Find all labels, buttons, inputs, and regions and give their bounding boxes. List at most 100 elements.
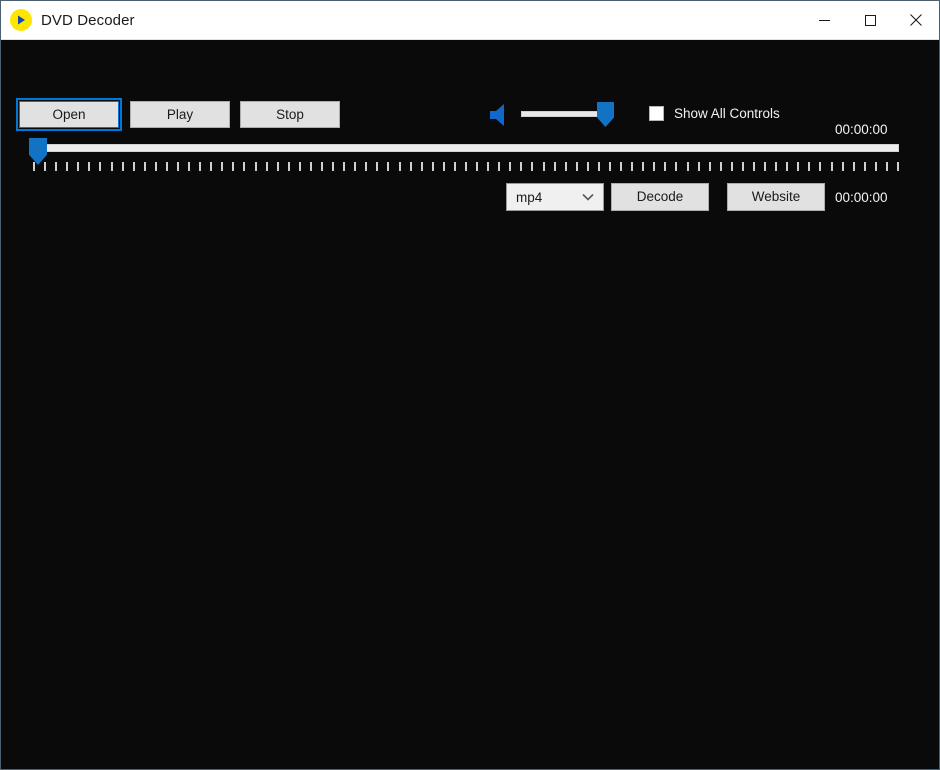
seek-tick [443, 162, 445, 171]
show-all-controls-row[interactable]: Show All Controls [649, 106, 780, 121]
seek-tick [221, 162, 223, 171]
seek-tick [310, 162, 312, 171]
seek-tick [897, 162, 899, 171]
seek-tick [166, 162, 168, 171]
seek-tick [576, 162, 578, 171]
window-title: DVD Decoder [41, 11, 135, 29]
seek-tick [387, 162, 389, 171]
seek-tick [831, 162, 833, 171]
seek-tick [797, 162, 799, 171]
close-button[interactable] [893, 1, 939, 39]
seek-tick [842, 162, 844, 171]
title-bar: DVD Decoder [1, 1, 939, 40]
speaker-icon[interactable] [485, 102, 515, 128]
seek-tick [188, 162, 190, 171]
seek-tick-marks [33, 162, 899, 171]
chevron-down-icon [582, 193, 594, 201]
seek-tick [487, 162, 489, 171]
seek-tick [742, 162, 744, 171]
seek-tick [664, 162, 666, 171]
seek-tick [554, 162, 556, 171]
seek-tick [853, 162, 855, 171]
seek-tick [144, 162, 146, 171]
seek-tick [875, 162, 877, 171]
seek-tick [321, 162, 323, 171]
player-content-area: Open Play Stop Show All Controls 00:00:0… [1, 40, 939, 769]
seek-tick [675, 162, 677, 171]
seek-tick [199, 162, 201, 171]
seek-tick [99, 162, 101, 171]
seek-tick [598, 162, 600, 171]
seek-tick [332, 162, 334, 171]
format-select[interactable]: mp4 [506, 183, 604, 211]
seek-tick [819, 162, 821, 171]
show-all-controls-label: Show All Controls [674, 106, 780, 121]
seek-tick [343, 162, 345, 171]
seek-tick [432, 162, 434, 171]
seek-tick [55, 162, 57, 171]
seek-tick [66, 162, 68, 171]
seek-tick [454, 162, 456, 171]
seek-tick [465, 162, 467, 171]
seek-tick [609, 162, 611, 171]
seek-tick [155, 162, 157, 171]
seek-tick [255, 162, 257, 171]
seek-tick [864, 162, 866, 171]
seek-tick [565, 162, 567, 171]
seek-tick [886, 162, 888, 171]
seek-tick [520, 162, 522, 171]
seek-tick [653, 162, 655, 171]
show-all-controls-checkbox[interactable] [649, 106, 664, 121]
open-button[interactable]: Open [16, 98, 122, 131]
app-window: DVD Decoder Open Play Stop Show All Cont… [0, 0, 940, 770]
seek-tick [243, 162, 245, 171]
format-select-value: mp4 [516, 189, 543, 205]
seek-tick [498, 162, 500, 171]
website-button[interactable]: Website [727, 183, 825, 211]
seek-slider-thumb[interactable] [29, 138, 47, 165]
seek-tick [365, 162, 367, 171]
seek-tick [642, 162, 644, 171]
seek-tick [698, 162, 700, 171]
seek-tick [753, 162, 755, 171]
seek-tick [687, 162, 689, 171]
seek-tick [731, 162, 733, 171]
minimize-button[interactable] [801, 1, 847, 39]
seek-tick [288, 162, 290, 171]
seek-tick [620, 162, 622, 171]
seek-tick [122, 162, 124, 171]
seek-tick [509, 162, 511, 171]
seek-tick [133, 162, 135, 171]
seek-tick [709, 162, 711, 171]
seek-tick [88, 162, 90, 171]
seek-tick [77, 162, 79, 171]
seek-tick [543, 162, 545, 171]
decode-button[interactable]: Decode [611, 183, 709, 211]
seek-tick [232, 162, 234, 171]
elapsed-time-bottom: 00:00:00 [835, 190, 888, 205]
elapsed-time-top: 00:00:00 [835, 122, 888, 137]
play-button[interactable]: Play [130, 101, 230, 128]
seek-tick [587, 162, 589, 171]
seek-slider-track[interactable] [33, 144, 899, 152]
seek-tick [720, 162, 722, 171]
seek-tick [111, 162, 113, 171]
seek-tick [399, 162, 401, 171]
seek-tick [476, 162, 478, 171]
play-circle-icon [10, 9, 32, 31]
seek-tick [33, 162, 35, 171]
seek-tick [177, 162, 179, 171]
seek-tick [410, 162, 412, 171]
volume-slider-thumb[interactable] [597, 102, 614, 127]
seek-tick [44, 162, 46, 171]
seek-tick [764, 162, 766, 171]
window-controls [801, 1, 939, 39]
seek-tick [786, 162, 788, 171]
volume-slider-track[interactable] [521, 111, 607, 117]
seek-tick [277, 162, 279, 171]
stop-button[interactable]: Stop [240, 101, 340, 128]
seek-tick [421, 162, 423, 171]
seek-tick [354, 162, 356, 171]
seek-tick [376, 162, 378, 171]
maximize-button[interactable] [847, 1, 893, 39]
